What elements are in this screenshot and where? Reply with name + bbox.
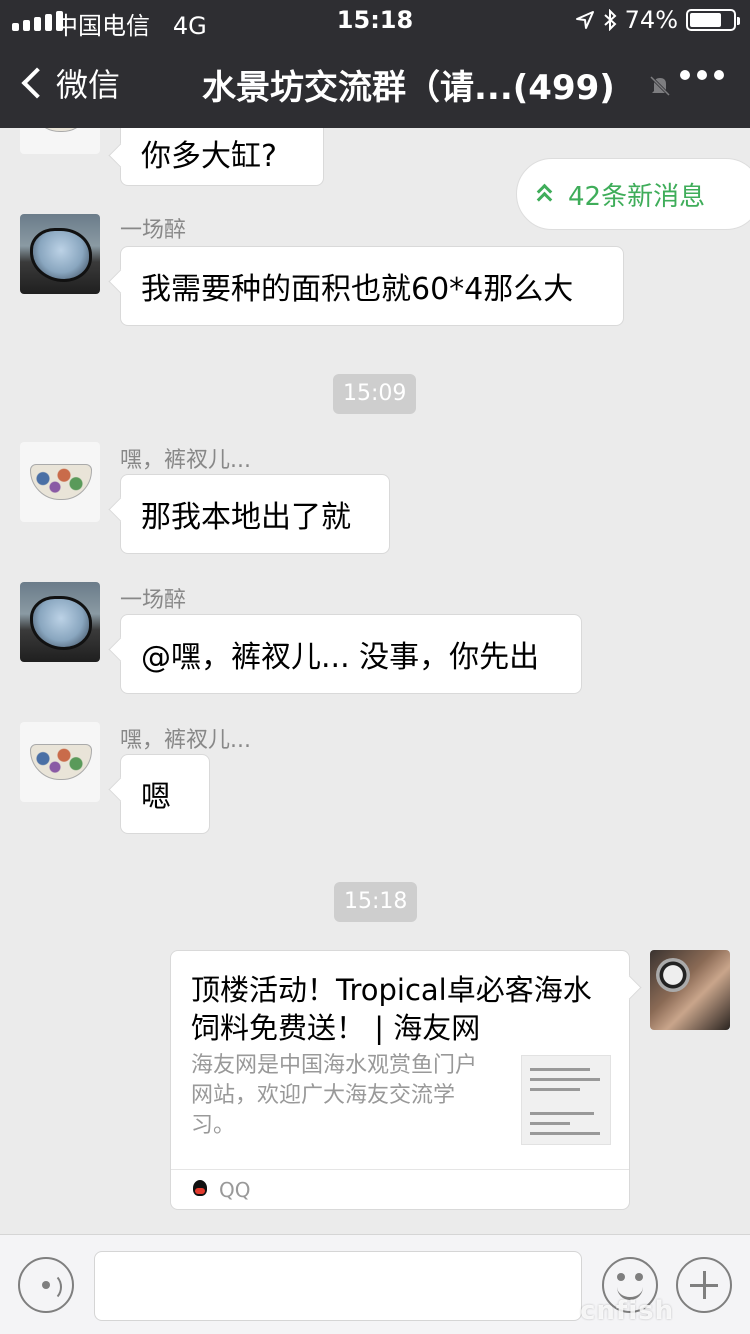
message-text: 那我本地出了就 (141, 500, 351, 535)
message-text: 我需要种的面积也就60*4那么大 (141, 272, 574, 307)
voice-input-icon[interactable] (18, 1257, 74, 1313)
timestamp: 15:18 (334, 882, 418, 922)
link-card-description: 海友网是中国海水观赏鱼门户网站，欢迎广大海友交流学习。 (191, 1053, 478, 1138)
status-bar: 中国电信 4G 15:18 74% (0, 0, 750, 40)
link-card-source: QQ (171, 1169, 629, 1209)
my-avatar[interactable] (650, 950, 730, 1030)
sender-name: 一场醉 (120, 588, 187, 613)
status-right: 74% (575, 6, 740, 34)
nav-bar: 微信 水景坊交流群（请...(499) (0, 40, 750, 128)
top-bar: 中国电信 4G 15:18 74% 微信 水景坊交流群（请...(499) (0, 0, 750, 128)
watermark: cnfish (580, 1296, 675, 1326)
avatar[interactable] (20, 582, 100, 662)
chat-area[interactable]: 你多大缸? 42条新消息 一场醉 我需要种的面积也就60*4那么大 15:09 … (0, 128, 750, 1234)
new-messages-button[interactable]: 42条新消息 (516, 158, 750, 230)
link-card[interactable]: 顶楼活动！Tropical卓必客海水饲料免费送！ | 海友网 海友网是中国海水观… (170, 950, 630, 1210)
avatar[interactable] (20, 214, 100, 294)
qq-icon (191, 1179, 209, 1200)
message-bubble[interactable]: @嘿，裤衩儿... 没事，你先出 (120, 614, 582, 694)
dot-icon (697, 70, 707, 80)
chat-title: 水景坊交流群（请...(499) (202, 68, 615, 108)
message-input[interactable] (94, 1251, 582, 1321)
sender-name: 嘿，裤衩儿... (120, 448, 251, 473)
message-bubble[interactable]: 那我本地出了就 (120, 474, 390, 554)
link-card-thumbnail (521, 1055, 611, 1145)
avatar[interactable] (20, 442, 100, 522)
message-text: 嗯 (141, 780, 171, 815)
back-button[interactable]: 微信 (18, 60, 120, 106)
bluetooth-icon (603, 9, 617, 31)
timestamp: 15:09 (333, 374, 417, 414)
sender-name: 嘿，裤衩儿... (120, 728, 251, 753)
new-messages-label: 42条新消息 (568, 181, 706, 212)
battery-percent: 74% (624, 6, 678, 34)
mute-icon (649, 75, 671, 97)
link-card-title: 顶楼活动！Tropical卓必客海水饲料免费送！ | 海友网 (191, 973, 592, 1045)
plus-icon[interactable] (676, 1257, 732, 1313)
message-text: 你多大缸? (141, 139, 277, 174)
back-label: 微信 (56, 66, 121, 104)
location-icon (575, 11, 594, 29)
link-card-source-label: QQ (219, 1177, 251, 1202)
double-chevron-up-icon (536, 183, 553, 208)
message-bubble[interactable]: 我需要种的面积也就60*4那么大 (120, 246, 624, 326)
message-bubble[interactable]: 嗯 (120, 754, 210, 834)
message-text: @嘿，裤衩儿... 没事，你先出 (141, 640, 540, 675)
message-bubble[interactable]: 你多大缸? (120, 128, 324, 186)
dot-icon (714, 70, 724, 80)
battery-icon (686, 9, 740, 31)
more-options-button[interactable] (680, 70, 724, 80)
dot-icon (680, 70, 690, 80)
avatar[interactable] (20, 722, 100, 802)
sender-name: 一场醉 (120, 218, 187, 243)
back-chevron-icon (21, 67, 53, 99)
avatar[interactable] (20, 128, 100, 154)
